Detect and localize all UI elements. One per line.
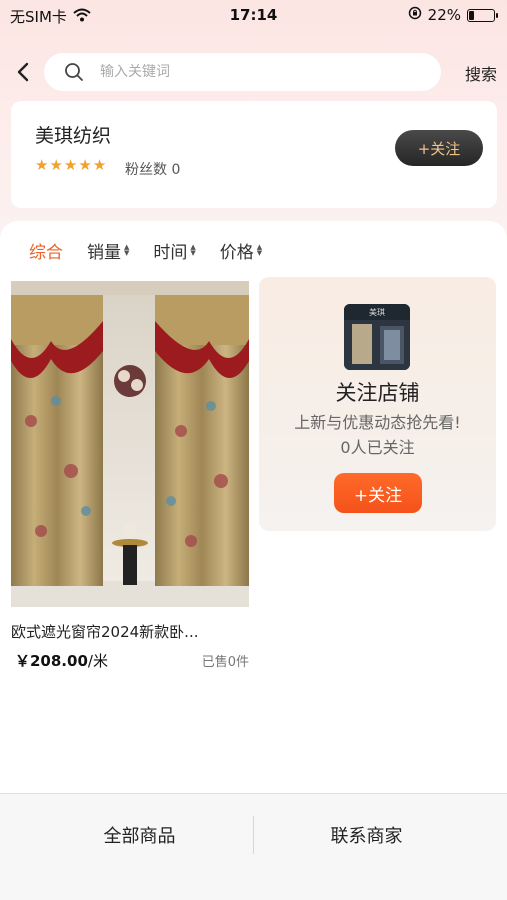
follow-shop-card: 美琪 关注店铺 上新与优惠动态抢先看! 0人已关注 +关注 xyxy=(259,277,496,531)
all-products-button[interactable]: 全部商品 xyxy=(13,822,266,848)
sort-arrows-icon: ▲ ▼ xyxy=(124,243,130,257)
sort-label: 销量 xyxy=(87,242,121,263)
star-icon: ★ xyxy=(49,156,63,174)
product-image[interactable] xyxy=(11,281,249,607)
fans-count: 粉丝数 0 xyxy=(125,162,181,178)
price-unit: /米 xyxy=(87,652,108,670)
back-button[interactable] xyxy=(10,57,36,87)
sort-sales[interactable]: 销量 ▲ ▼ xyxy=(87,238,129,263)
follow-shop-title: 关注店铺 xyxy=(335,381,420,405)
price-row: ￥208.00/米 已售0件 xyxy=(11,650,249,671)
sort-comprehensive[interactable]: 综合 xyxy=(29,238,63,263)
rotation-lock-icon xyxy=(408,6,422,24)
content-panel: 综合 销量 ▲ ▼ 时间 ▲ ▼ 价格 ▲ ▼ 欧式遮光窗帘2024新款卧...… xyxy=(0,221,507,793)
sort-arrows-icon: ▲ ▼ xyxy=(190,243,196,257)
sold-count: 已售0件 xyxy=(201,655,249,670)
battery-percent: 22% xyxy=(427,6,461,24)
search-input[interactable] xyxy=(100,64,400,80)
search-bar: 搜索 xyxy=(0,52,507,92)
rating-stars: ★ ★ ★ ★ ★ xyxy=(35,157,106,173)
status-bar: 无SIM卡 17:14 22% xyxy=(0,0,507,32)
star-icon: ★ xyxy=(92,156,107,174)
sort-label: 时间 xyxy=(153,242,188,263)
sort-label: 综合 xyxy=(29,242,63,263)
battery-icon xyxy=(467,8,498,22)
search-icon xyxy=(65,63,83,81)
sort-bar: 综合 销量 ▲ ▼ 时间 ▲ ▼ 价格 ▲ ▼ xyxy=(0,235,286,265)
sort-arrows-icon: ▲ ▼ xyxy=(256,243,263,257)
follow-shop-subtitle: 上新与优惠动态抢先看! xyxy=(294,413,461,432)
contact-seller-button[interactable]: 联系商家 xyxy=(240,822,493,848)
shop-avatar: 美琪 xyxy=(344,304,410,370)
shop-name: 美琪纺织 xyxy=(35,125,112,147)
star-icon: ★ xyxy=(78,156,92,174)
star-icon: ★ xyxy=(63,156,78,174)
bottom-bar: 全部商品 联系商家 xyxy=(0,793,507,900)
product-price: ￥208.00/米 xyxy=(11,650,108,671)
price-value: ￥208.00 xyxy=(15,652,88,670)
follower-count: 0人已关注 xyxy=(340,438,415,457)
product-card[interactable]: 欧式遮光窗帘2024新款卧... ￥208.00/米 已售0件 xyxy=(11,281,249,681)
product-title[interactable]: 欧式遮光窗帘2024新款卧... xyxy=(11,621,249,642)
sort-time[interactable]: 时间 ▲ ▼ xyxy=(153,238,195,263)
sort-price[interactable]: 价格 ▲ ▼ xyxy=(220,238,262,263)
shop-avatar-text: 美琪 xyxy=(369,307,385,317)
follow-shop-button[interactable]: +关注 xyxy=(395,130,483,166)
shop-card: 美琪纺织 ★ ★ ★ ★ ★ 粉丝数 0 +关注 xyxy=(11,101,497,208)
search-box[interactable] xyxy=(44,53,441,91)
follow-shop-button-orange[interactable]: +关注 xyxy=(334,473,422,513)
sort-label: 价格 xyxy=(219,242,254,263)
star-icon: ★ xyxy=(35,156,49,174)
back-arrow-icon xyxy=(17,62,29,82)
search-button[interactable]: 搜索 xyxy=(465,61,497,85)
